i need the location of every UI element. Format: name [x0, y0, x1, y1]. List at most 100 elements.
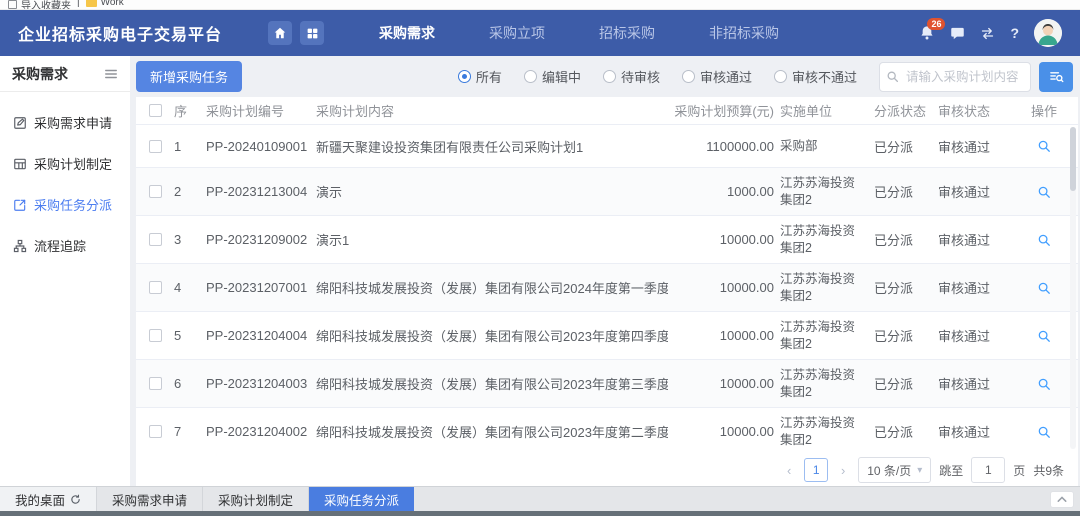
next-page-button[interactable]: › [836, 463, 850, 478]
status-filter-radio[interactable]: 编辑中 [524, 67, 581, 86]
view-detail-button[interactable] [1022, 139, 1066, 153]
radio-label: 审核通过 [700, 67, 752, 86]
implement-unit: 采购部 [780, 138, 874, 155]
tab-label: 采购需求申请 [112, 490, 187, 509]
plan-content: 演示 [316, 182, 668, 201]
sidebar-item[interactable]: 流程追踪 [0, 225, 130, 266]
opened-tab[interactable]: 采购任务分派 [309, 487, 414, 511]
row-checkbox[interactable] [149, 425, 162, 438]
sidebar-item[interactable]: 采购计划制定 [0, 143, 130, 184]
view-detail-button[interactable] [1022, 329, 1066, 343]
bookmark-icon [8, 0, 17, 9]
status-filter-radio[interactable]: 所有 [458, 67, 502, 86]
folder-label: Work [101, 0, 124, 8]
table-row[interactable]: 3 PP-20231209002 演示1 10000.00 江苏苏海投资集团2 … [136, 216, 1078, 264]
col-plan-code: 采购计划编号 [206, 101, 316, 120]
assign-status: 已分派 [874, 326, 938, 345]
table-row[interactable]: 7 PP-20231204002 绵阳科技城发展投资（发展）集团有限公司2023… [136, 408, 1078, 454]
scrollbar-thumb[interactable] [1070, 127, 1076, 191]
select-all-checkbox[interactable] [149, 104, 162, 117]
apps-grid-icon [306, 27, 319, 40]
radio-icon [682, 70, 695, 83]
radio-label: 所有 [476, 67, 502, 86]
current-page-button[interactable]: 1 [804, 458, 828, 482]
apps-button[interactable] [300, 21, 324, 45]
status-filter-radio[interactable]: 待审核 [603, 67, 660, 86]
plan-budget: 10000.00 [668, 424, 780, 439]
row-checkbox[interactable] [149, 140, 162, 153]
magnifier-icon [1037, 281, 1051, 295]
table-row[interactable]: 4 PP-20231207001 绵阳科技城发展投资（发展）集团有限公司2024… [136, 264, 1078, 312]
view-detail-button[interactable] [1022, 185, 1066, 199]
hamburger-icon [104, 68, 118, 80]
notifications-button[interactable]: 26 [919, 25, 935, 41]
page-size-select[interactable]: 10 条/页 ▾ [858, 457, 931, 483]
home-icon [273, 26, 287, 40]
nav-item[interactable]: 招标采购 [572, 10, 682, 56]
audit-status: 审核通过 [938, 422, 1022, 441]
view-detail-button[interactable] [1022, 425, 1066, 439]
nav-item[interactable]: 采购立项 [462, 10, 572, 56]
status-filter-radio[interactable]: 审核通过 [682, 67, 752, 86]
chat-icon [950, 26, 965, 41]
magnifier-icon [1037, 425, 1051, 439]
table-row[interactable]: 2 PP-20231213004 演示 1000.00 江苏苏海投资集团2 已分… [136, 168, 1078, 216]
implement-unit: 江苏苏海投资集团2 [780, 271, 874, 305]
user-avatar[interactable] [1034, 19, 1062, 47]
table-row[interactable]: 1 PP-20240109001 新疆天聚建设投资集团有限责任公司采购计划1 1… [136, 125, 1078, 168]
refresh-icon[interactable] [70, 494, 81, 505]
audit-status: 审核通过 [938, 182, 1022, 201]
bookmark-folder-work[interactable]: Work [86, 0, 124, 8]
switch-system-button[interactable] [980, 26, 995, 41]
jump-page-input[interactable]: 1 [971, 457, 1005, 483]
row-checkbox[interactable] [149, 185, 162, 198]
view-detail-button[interactable] [1022, 233, 1066, 247]
main-nav: 采购需求采购立项招标采购非招标采购 [352, 10, 806, 56]
magnifier-icon [1037, 329, 1051, 343]
advanced-search-button[interactable] [1039, 62, 1073, 92]
assign-status: 已分派 [874, 422, 938, 441]
help-button[interactable]: ? [1010, 25, 1019, 41]
sidebar-item[interactable]: 采购需求申请 [0, 102, 130, 143]
nav-item[interactable]: 非招标采购 [682, 10, 806, 56]
implement-unit: 江苏苏海投资集团2 [780, 223, 874, 257]
main-content: 新增采购任务 所有 编辑中 待审核 审核通过 审核不通过 [130, 56, 1080, 486]
magnifier-icon [1037, 377, 1051, 391]
row-checkbox[interactable] [149, 377, 162, 390]
sidebar-item-label: 流程追踪 [34, 236, 86, 255]
view-detail-button[interactable] [1022, 377, 1066, 391]
row-index: 2 [174, 184, 206, 199]
implement-unit: 江苏苏海投资集团2 [780, 367, 874, 401]
plan-code: PP-20231207001 [206, 280, 316, 295]
sidebar-item-label: 采购计划制定 [34, 154, 112, 173]
messages-button[interactable] [950, 26, 965, 41]
add-procurement-task-button[interactable]: 新增采购任务 [136, 61, 242, 92]
plan-code: PP-20231204004 [206, 328, 316, 343]
home-button[interactable] [268, 21, 292, 45]
table-scrollbar[interactable] [1070, 127, 1076, 449]
row-index: 7 [174, 424, 206, 439]
opened-tab[interactable]: 我的桌面 [0, 487, 97, 511]
bookmark-import[interactable]: 导入收藏夹 [8, 0, 71, 10]
row-checkbox[interactable] [149, 233, 162, 246]
opened-tab[interactable]: 采购需求申请 [97, 487, 203, 511]
nav-item[interactable]: 采购需求 [352, 10, 462, 56]
app-title: 企业招标采购电子交易平台 [18, 21, 222, 45]
sidebar-collapse-button[interactable] [104, 68, 118, 80]
table-row[interactable]: 6 PP-20231204003 绵阳科技城发展投资（发展）集团有限公司2023… [136, 360, 1078, 408]
question-icon: ? [1010, 25, 1019, 41]
search-input[interactable] [879, 62, 1031, 92]
col-budget: 采购计划预算(元) [668, 101, 780, 120]
row-checkbox[interactable] [149, 281, 162, 294]
status-filter-radio[interactable]: 审核不通过 [774, 67, 857, 86]
opened-tabs-bar: 我的桌面 采购需求申请 采购计划制定 采购任务分派 [0, 486, 1080, 511]
table-row[interactable]: 5 PP-20231204004 绵阳科技城发展投资（发展）集团有限公司2023… [136, 312, 1078, 360]
plan-budget: 10000.00 [668, 376, 780, 391]
sidebar-item[interactable]: 采购任务分派 [0, 184, 130, 225]
row-checkbox[interactable] [149, 329, 162, 342]
col-plan-content: 采购计划内容 [316, 101, 668, 120]
collapse-tabs-button[interactable] [1050, 491, 1074, 508]
prev-page-button[interactable]: ‹ [782, 463, 796, 478]
opened-tab[interactable]: 采购计划制定 [203, 487, 309, 511]
view-detail-button[interactable] [1022, 281, 1066, 295]
